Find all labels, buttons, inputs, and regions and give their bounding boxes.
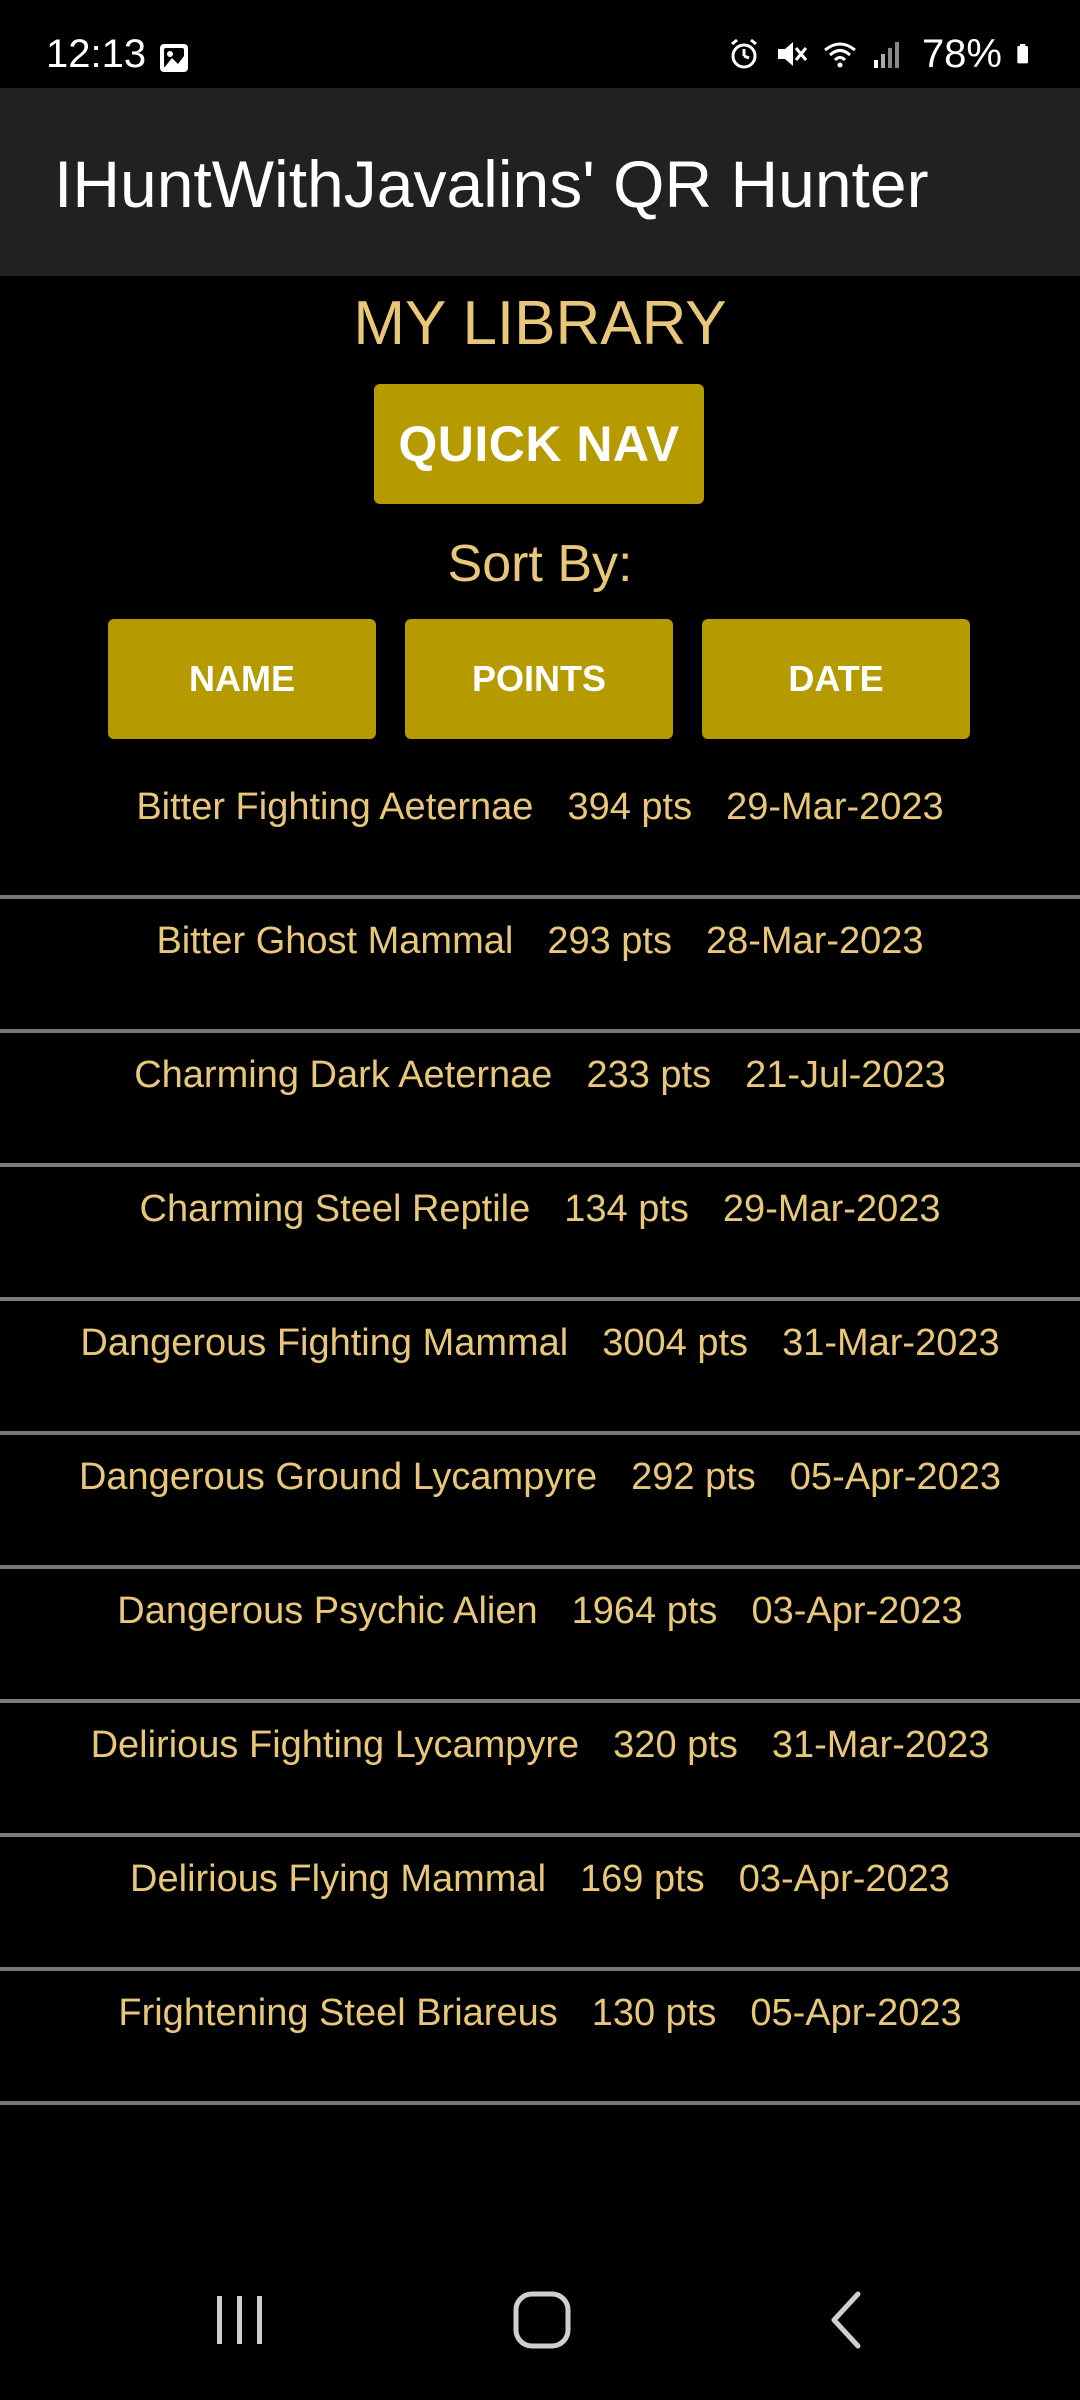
list-item[interactable]: Charming Steel Reptile 134 pts 29-Mar-2023: [0, 1167, 1080, 1301]
item-date: 03-Apr-2023: [751, 1590, 963, 1632]
item-points: 134 pts: [564, 1188, 689, 1230]
item-name: Bitter Ghost Mammal: [156, 920, 514, 962]
sort-date-button[interactable]: DATE: [702, 619, 970, 739]
quick-nav-button[interactable]: QUICK NAV: [374, 384, 704, 504]
status-time: 12:13: [46, 32, 147, 76]
item-date: 28-Mar-2023: [705, 920, 924, 962]
item-date: 21-Jul-2023: [745, 1054, 946, 1096]
list-item[interactable]: Delirious Flying Mammal 169 pts 03-Apr-202…: [0, 1837, 1080, 1971]
item-points: 130 pts: [591, 1992, 717, 2034]
item-points: 293 pts: [547, 920, 672, 962]
list-item[interactable]: Bitter Ghost Mammal 293 pts 28-Mar-2023: [0, 899, 1080, 1033]
item-date: 31-Mar-2023: [771, 1724, 990, 1766]
list-item[interactable]: Dangerous Psychic Alien 1964 pts 03-Apr-20…: [0, 1569, 1080, 1703]
item-name: Bitter Fighting Aeternae: [136, 786, 534, 828]
list-item[interactable]: Delirious Fighting Lycampyre 320 pts 31-Ma…: [0, 1703, 1080, 1837]
item-name: Charming Steel Reptile: [139, 1188, 531, 1230]
item-date: 05-Apr-2023: [789, 1456, 1002, 1498]
item-name: Dangerous Fighting Mammal: [80, 1322, 569, 1364]
page-title: MY LIBRARY: [353, 289, 727, 358]
item-date: 29-Mar-2023: [722, 1188, 941, 1230]
item-date: 31-Mar-2023: [782, 1322, 1000, 1364]
list-item[interactable]: Bitter Fighting Aeternae 394 pts 29-Mar-20…: [0, 765, 1080, 899]
battery-percentage: 78%: [921, 32, 1002, 76]
item-name: Delirious Flying Mammal: [130, 1858, 547, 1900]
item-points: 1964 pts: [571, 1590, 718, 1632]
item-name: Dangerous Psychic Alien: [117, 1590, 538, 1632]
image-icon: [160, 44, 188, 72]
item-points: 292 pts: [631, 1456, 756, 1498]
item-points: 394 pts: [567, 786, 693, 828]
library-list: Bitter Fighting Aeternae 394 pts 29-Mar-20…: [0, 765, 1080, 2105]
system-nav-bar: [0, 2260, 1080, 2380]
item-name: Dangerous Ground Lycampyre: [78, 1456, 598, 1498]
list-item[interactable]: Dangerous Fighting Mammal 3004 pts 31-Mar-…: [0, 1301, 1080, 1435]
divider: [0, 2101, 1080, 2105]
home-icon[interactable]: [502, 2280, 582, 2360]
recents-icon[interactable]: [200, 2280, 280, 2360]
back-icon[interactable]: [806, 2280, 886, 2360]
alarm-icon: [731, 38, 757, 69]
battery-icon: [1017, 44, 1028, 64]
item-date: 03-Apr-2023: [738, 1858, 950, 1900]
item-points: 320 pts: [613, 1724, 738, 1766]
list-item[interactable]: Charming Dark Aeternae 233 pts 21-Jul-2023: [0, 1033, 1080, 1167]
item-date: 29-Mar-2023: [726, 786, 944, 828]
status-bar: 12:13 78%: [0, 0, 1080, 88]
list-item[interactable]: Frightening Steel Briareus 130 pts 05-Apr-…: [0, 1971, 1080, 2105]
app-bar: IHuntWithJavalins' QR Hunter: [0, 88, 1080, 276]
item-points: 233 pts: [586, 1054, 712, 1096]
mute-icon: [777, 42, 808, 66]
item-name: Delirious Fighting Lycampyre: [90, 1724, 580, 1766]
sort-points-button[interactable]: POINTS: [405, 619, 673, 739]
list-item[interactable]: Dangerous Ground Lycampyre 292 pts 05-Apr-…: [0, 1435, 1080, 1569]
item-points: 169 pts: [580, 1858, 705, 1900]
signal-icon: [873, 42, 899, 68]
item-points: 3004 pts: [602, 1322, 749, 1364]
status-icons: 78%: [726, 32, 1038, 76]
item-name: Frightening Steel Briareus: [118, 1992, 558, 2034]
item-date: 05-Apr-2023: [750, 1992, 962, 2034]
sort-by-label: Sort By:: [447, 535, 633, 593]
app-title: IHuntWithJavalins' QR Hunter: [54, 147, 929, 221]
wifi-icon: [824, 42, 856, 68]
item-name: Charming Dark Aeternae: [134, 1054, 553, 1096]
sort-name-button[interactable]: NAME: [108, 619, 376, 739]
